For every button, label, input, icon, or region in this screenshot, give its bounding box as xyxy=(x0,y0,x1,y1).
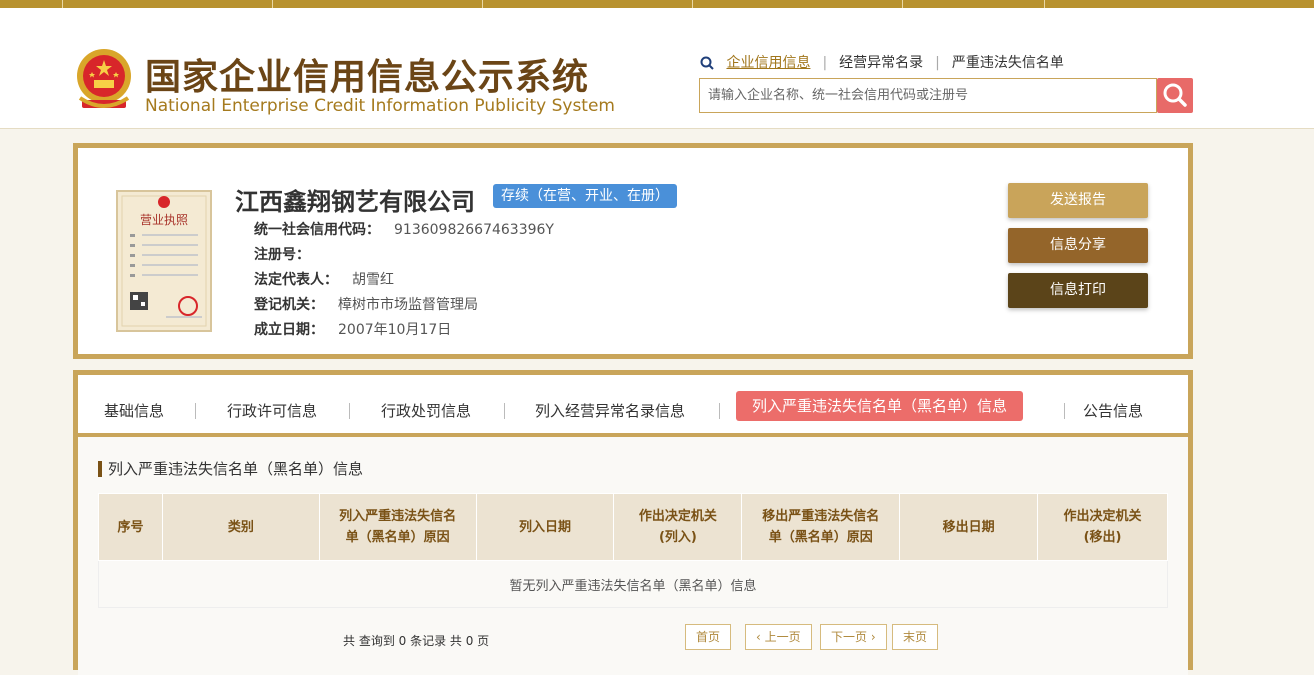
send-report-button[interactable]: 发送报告 xyxy=(1008,183,1148,218)
tab-separator xyxy=(504,403,505,419)
status-badge: 存续（在营、开业、在册） xyxy=(493,184,677,208)
col-header: 作出决定机关 (列入) xyxy=(613,493,743,561)
site-title-en: National Enterprise Credit Information P… xyxy=(145,96,615,116)
company-name: 江西鑫翔钢艺有限公司 xyxy=(235,188,475,216)
tab-separator xyxy=(349,403,350,419)
tab-separator xyxy=(1064,403,1065,419)
info-row-reg-authority: 登记机关： 樟树市市场监督管理局 xyxy=(254,294,478,314)
search-input[interactable] xyxy=(699,78,1157,113)
info-label: 统一社会信用代码： xyxy=(254,222,380,238)
tab-admin-penalty[interactable]: 行政处罚信息 xyxy=(381,396,471,426)
table-row: 暂无列入严重违法失信名单（黑名单）信息 xyxy=(98,560,1168,608)
top-accent-bar xyxy=(0,0,1314,8)
blacklist-table: 序号 类别 列入严重违法失信名 单（黑名单）原因 列入日期 作出决定机关 (列入) … xyxy=(98,493,1168,608)
link-abnormal-list[interactable]: 经营异常名录 xyxy=(839,55,923,71)
tab-admin-license[interactable]: 行政许可信息 xyxy=(227,396,317,426)
info-value: 樟树市市场监督管理局 xyxy=(338,297,478,313)
business-license-icon: 营业执照 xyxy=(116,190,212,332)
table-header-row: 序号 类别 列入严重违法失信名 单（黑名单）原因 列入日期 作出决定机关 (列入) … xyxy=(98,493,1168,561)
info-label: 成立日期： xyxy=(254,322,324,338)
tab-announcements[interactable]: 公告信息 xyxy=(1083,396,1143,426)
last-page-button[interactable]: 末页 xyxy=(892,624,939,650)
link-separator: | xyxy=(822,55,828,71)
col-header: 移出日期 xyxy=(899,493,1039,561)
search-icon xyxy=(1163,83,1187,107)
search-button[interactable] xyxy=(1157,78,1193,113)
col-header: 移出严重违法失信名 单（黑名单）原因 xyxy=(741,493,901,561)
site-header: 国家企业信用信息公示系统 National Enterprise Credit … xyxy=(0,8,1314,129)
info-row-legal-rep: 法定代表人： 胡雪红 xyxy=(254,269,394,289)
tab-basic-info[interactable]: 基础信息 xyxy=(104,396,164,426)
link-enterprise-credit[interactable]: 企业信用信息 xyxy=(726,55,810,71)
link-blacklist[interactable]: 严重违法失信名单 xyxy=(952,55,1064,71)
detail-panel: 基础信息 行政许可信息 行政处罚信息 列入经营异常名录信息 列入严重违法失信名单… xyxy=(73,370,1193,675)
tab-abnormal-list[interactable]: 列入经营异常名录信息 xyxy=(535,396,685,426)
share-button[interactable]: 信息分享 xyxy=(1008,228,1148,263)
chevron-left-icon: ‹ xyxy=(756,630,765,644)
col-header: 列入日期 xyxy=(475,493,615,561)
info-label: 登记机关： xyxy=(254,297,324,313)
info-row-reg-number: 注册号： xyxy=(254,244,324,264)
search-bar xyxy=(699,78,1193,113)
license-label: 营业执照 xyxy=(140,213,188,227)
info-row-credit-code: 统一社会信用代码： 91360982667463396Y xyxy=(254,219,554,239)
tab-blacklist[interactable]: 列入严重违法失信名单（黑名单）信息 xyxy=(736,391,1024,421)
col-header: 列入严重违法失信名 单（黑名单）原因 xyxy=(318,493,477,561)
link-separator: | xyxy=(935,55,940,71)
tab-separator xyxy=(719,403,720,419)
info-label: 注册号： xyxy=(254,247,310,263)
empty-message: 暂无列入严重违法失信名单（黑名单）信息 xyxy=(98,560,1168,608)
national-emblem-icon xyxy=(77,49,131,108)
first-page-button[interactable]: 首页 xyxy=(685,624,732,650)
chevron-right-icon: › xyxy=(867,630,876,644)
prev-page-button[interactable]: ‹ 上一页 xyxy=(745,624,812,650)
col-header: 序号 xyxy=(98,493,163,561)
blacklist-section: 列入严重违法失信名单（黑名单）信息 序号 类别 列入严重违法失信名 单（黑名单）原… xyxy=(78,437,1188,675)
top-links: 企业信用信息 | 经营异常名录 | 严重违法失信名单 xyxy=(700,52,1064,72)
section-title: 列入严重违法失信名单（黑名单）信息 xyxy=(98,461,363,477)
info-label: 法定代表人： xyxy=(254,272,338,288)
tab-separator xyxy=(195,403,196,419)
magnifier-icon xyxy=(700,56,714,70)
info-tabs: 基础信息 行政许可信息 行政处罚信息 列入经营异常名录信息 列入严重违法失信名单… xyxy=(78,375,1188,437)
info-row-founded-date: 成立日期： 2007年10月17日 xyxy=(254,319,451,339)
site-title-cn: 国家企业信用信息公示系统 xyxy=(145,57,590,98)
pager-summary: 共 查询到 0 条记录 共 0 页 xyxy=(343,634,490,648)
print-button[interactable]: 信息打印 xyxy=(1008,273,1148,308)
col-header: 作出决定机关 (移出) xyxy=(1037,493,1168,561)
company-summary-panel: 营业执照 江西鑫翔钢艺有限公司 存续（在营、开业、在册） 统一社会信用代码： 91… xyxy=(73,143,1193,359)
info-value: 胡雪红 xyxy=(352,272,394,288)
col-header: 类别 xyxy=(161,493,320,561)
info-value: 2007年10月17日 xyxy=(338,322,452,338)
next-page-button[interactable]: 下一页 › xyxy=(820,624,887,650)
info-value: 91360982667463396Y xyxy=(394,222,554,238)
